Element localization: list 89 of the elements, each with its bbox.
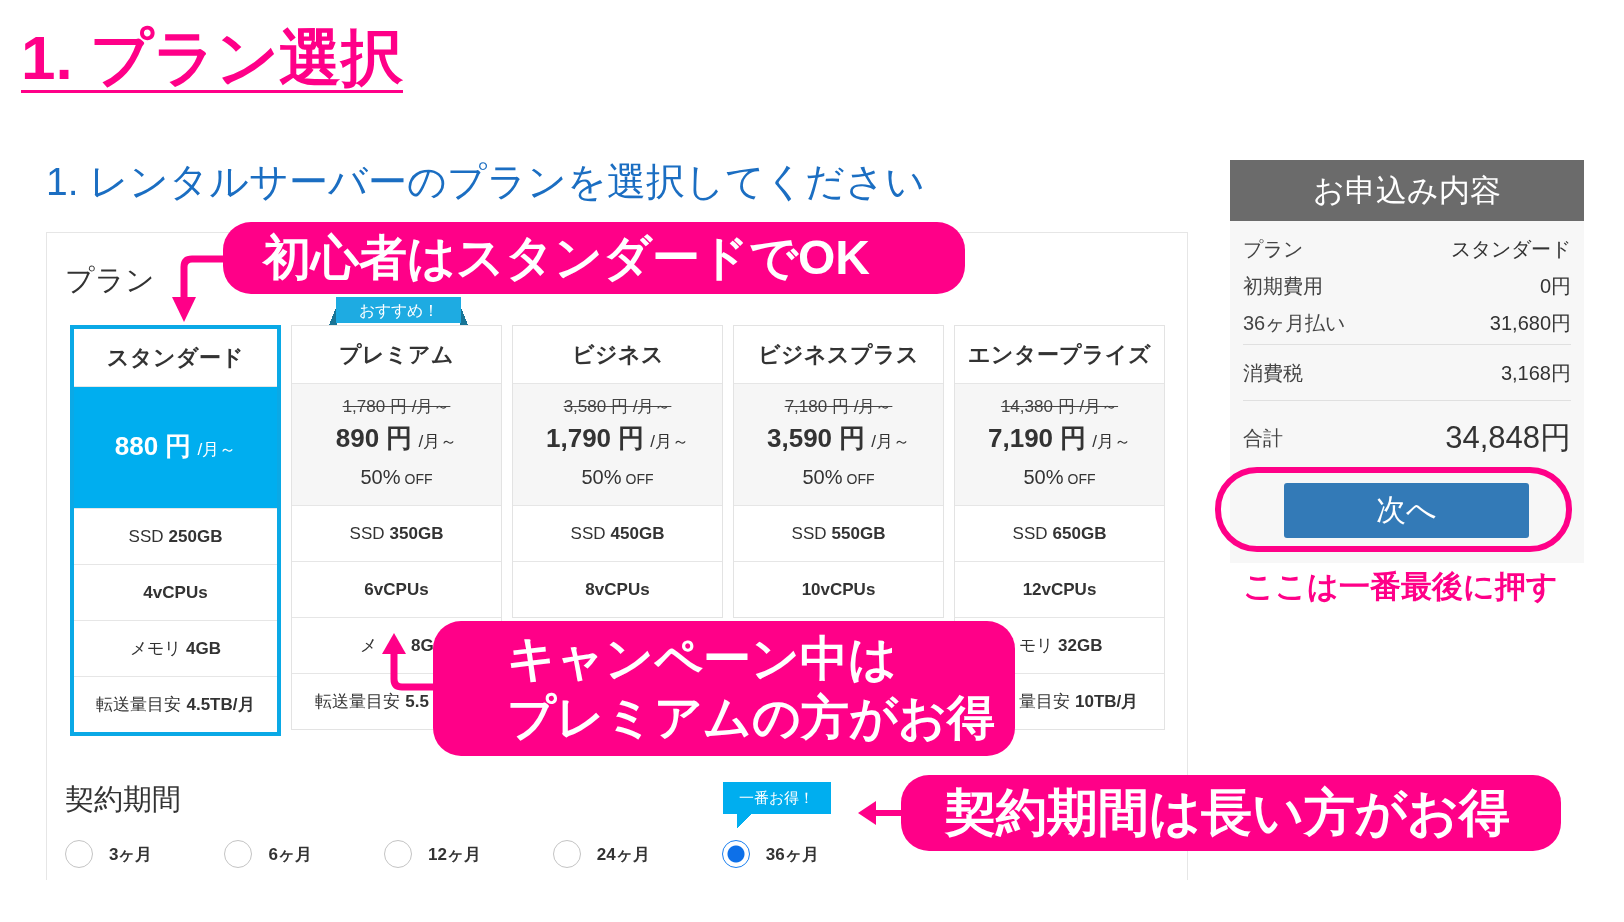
spec-value: 6vCPUs (364, 579, 429, 600)
summary-value: スタンダード (1451, 237, 1571, 262)
spec-value: 32GB (1058, 636, 1103, 656)
spec-label: メ (360, 635, 377, 657)
summary-label: プラン (1243, 237, 1303, 262)
radio-button[interactable] (383, 840, 412, 868)
price: 7,190 円 (988, 421, 1087, 455)
spec-value: 10TB/月 (1075, 691, 1139, 713)
spec-value: 650GB (1052, 523, 1107, 544)
price-unit: /月～ (871, 430, 910, 453)
spec-label: 転送量目安 (315, 691, 401, 713)
price: 890 円 (335, 421, 413, 455)
discount-rate: 50% (1023, 464, 1064, 490)
ribbon-tag: おすすめ！ (329, 297, 468, 325)
spec-value: 450GB (610, 523, 665, 544)
original-price: 1,780 円 /月～ (342, 395, 451, 418)
option-label[interactable]: 36ヶ月 (765, 842, 819, 866)
callout-text: 初心者はスタンダードでOK (263, 230, 870, 286)
spec-label: SSD (349, 523, 385, 544)
price-unit: /月～ (650, 430, 689, 453)
badge: 一番お得！ (722, 782, 831, 829)
spec-label: 転送量目安 (96, 694, 182, 716)
spec-label: SSD (791, 523, 827, 544)
plan-name: ビジネスプラス (758, 340, 919, 369)
discount-label: OFF (846, 469, 875, 489)
option-label[interactable]: 3ヶ月 (109, 842, 153, 866)
price-unit: /月～ (418, 430, 458, 453)
annotation-text: ここは一番最後に押す (1243, 570, 1558, 604)
radio-button[interactable] (65, 840, 93, 868)
next-button[interactable]: 次へ (1284, 483, 1529, 538)
spec-value: 4vCPUs (143, 582, 208, 603)
total-value: 34,848円 (1445, 419, 1571, 457)
spec-value: 4.5TB/月 (186, 694, 255, 716)
plan-name: スタンダード (107, 343, 244, 372)
spec-value: 250GB (168, 526, 223, 547)
original-price: 7,180 円 /月～ (784, 395, 893, 418)
option-label[interactable]: 6ヶ月 (268, 842, 312, 866)
option-label[interactable]: 12ヶ月 (427, 842, 481, 866)
callout-text: キャンペーン中は (507, 631, 897, 687)
spec-label: メモリ (130, 638, 181, 660)
callout-text: 契約期間は長い方がお得 (945, 783, 1510, 843)
summary-header: お申込み内容 (1230, 160, 1584, 221)
discount-rate: 50% (581, 464, 622, 490)
spec-value: 4GB (186, 639, 221, 659)
spec-label: SSD (128, 526, 164, 547)
spec-value: 10vCPUs (801, 579, 876, 600)
plan-card[interactable]: ビジネス 3,580 円 /月～ 1,790 円 /月～ 50% OFF SSD 450GB 8vCPUs (512, 325, 723, 618)
summary-label: 初期費用 (1243, 274, 1323, 299)
summary-label: 36ヶ月払い (1243, 311, 1346, 336)
spec-value: 8vCPUs (585, 579, 650, 600)
section-label: 契約期間 (65, 782, 181, 816)
spec-value: 350GB (389, 523, 444, 544)
discount-label: OFF (625, 469, 654, 489)
price-unit: /月～ (1092, 430, 1131, 453)
summary-value: 31,680円 (1489, 311, 1571, 336)
radio-button[interactable] (552, 840, 581, 868)
spec-label: 量目安 (1019, 691, 1070, 713)
spec-label: SSD (1012, 523, 1048, 544)
discount-rate: 50% (360, 464, 401, 490)
summary-label: 消費税 (1243, 361, 1303, 386)
section-label: プラン (65, 263, 155, 297)
spec-label: SSD (570, 523, 606, 544)
spec-value: 8G (411, 636, 434, 656)
spec-label: モリ (1019, 635, 1053, 657)
price-unit: /月～ (197, 438, 237, 461)
price: 880 円 (114, 429, 192, 463)
plan-card[interactable]: ビジネスプラス 7,180 円 /月～ 3,590 円 /月～ 50% OFF SSD 550GB 10vCPUs (733, 325, 944, 618)
option-label[interactable]: 24ヶ月 (596, 842, 650, 866)
price: 1,790 円 (546, 421, 645, 455)
price: 3,590 円 (767, 421, 866, 455)
discount-label: OFF (404, 469, 433, 489)
summary-value: 0円 (1539, 274, 1571, 299)
spec-value: 550GB (831, 523, 886, 544)
discount-label: OFF (1067, 469, 1096, 489)
summary-value: 3,168円 (1500, 361, 1571, 386)
plan-name: エンタープライズ (968, 340, 1151, 369)
radio-button[interactable] (721, 840, 750, 868)
radio-button[interactable] (224, 840, 253, 868)
step-heading: 1. レンタルサーバーのプランを選択してください (46, 160, 926, 204)
total-label: 合計 (1243, 425, 1283, 451)
spec-value: 12vCPUs (1022, 579, 1097, 600)
original-price: 14,380 円 /月～ (1000, 395, 1119, 418)
spec-value: 5.5 (405, 692, 429, 712)
plan-name: プレミアム (339, 340, 454, 369)
original-price: 3,580 円 /月～ (563, 395, 672, 418)
plan-card[interactable]: スタンダード 880 円 /月～ SSD 250GB 4vCPUs メモリ 4GB 転送量目安 4.5TB/月 (70, 325, 281, 736)
plan-name: ビジネス (571, 340, 664, 369)
discount-rate: 50% (802, 464, 843, 490)
plan-card[interactable]: プレミアム 1,780 円 /月～ 890 円 /月～ 50% OFF SSD 350GB 6vCPUs メ 8G 転送量目安 5.5 (291, 325, 502, 730)
